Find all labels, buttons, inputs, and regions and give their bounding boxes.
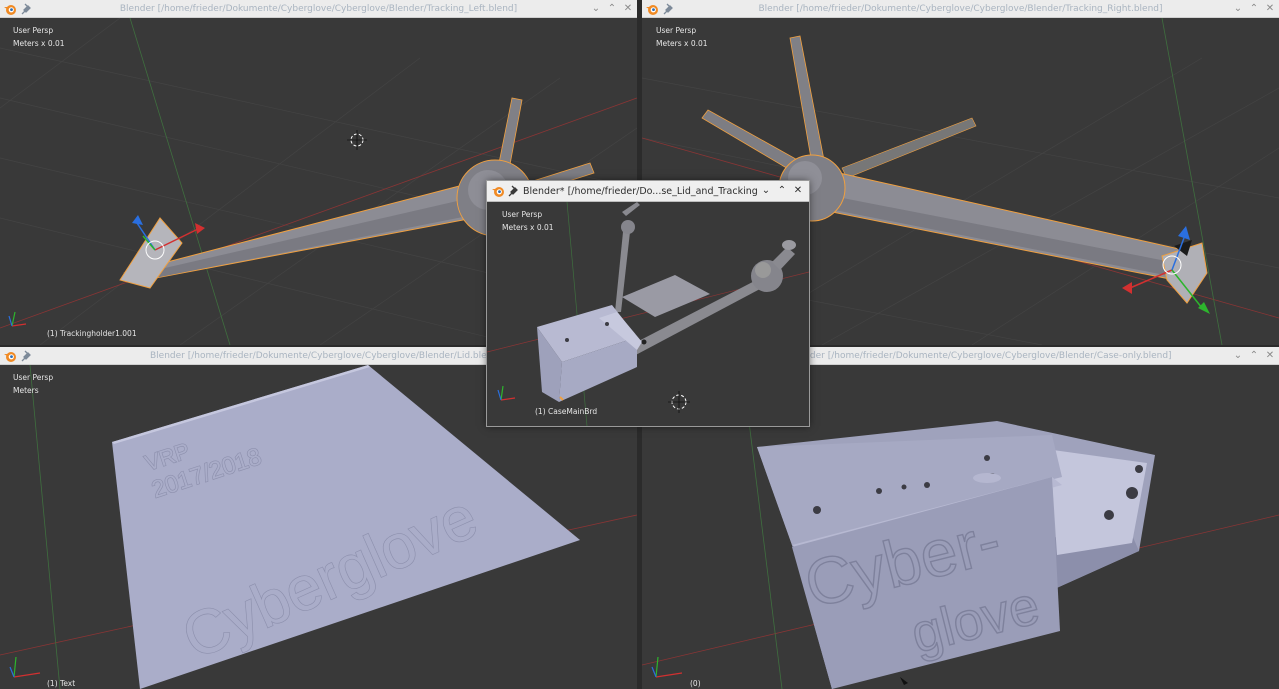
view-name-label: User Persp xyxy=(502,210,543,219)
maximize-button[interactable]: ⌃ xyxy=(605,1,619,17)
blender-logo-icon xyxy=(4,352,16,362)
window-title: Blender [/home/frieder/Dokumente/Cybergl… xyxy=(119,4,518,14)
view-name-label: User Persp xyxy=(13,373,54,382)
minimize-button[interactable]: ⌄ xyxy=(1231,1,1245,17)
window-titlebar[interactable]: Blender* [/home/frieder/Do...se_Lid_and_… xyxy=(487,181,809,202)
close-button[interactable]: ✕ xyxy=(791,183,805,199)
axis-orientation-icon xyxy=(497,385,516,401)
maximize-button[interactable]: ⌃ xyxy=(1247,1,1261,17)
view-name-label: User Persp xyxy=(656,26,697,35)
minimize-button[interactable]: ⌄ xyxy=(589,1,603,17)
active-object-label: (0) xyxy=(690,679,701,688)
close-button[interactable]: ✕ xyxy=(1263,348,1277,364)
units-label: Meters x 0.01 xyxy=(656,39,708,48)
window-case-lid-tracking[interactable]: Blender* [/home/frieder/Do...se_Lid_and_… xyxy=(487,181,809,426)
window-title: Blender* [/home/frieder/Do...se_Lid_and_… xyxy=(523,186,757,197)
window-titlebar[interactable]: Blender [/home/frieder/Dokumente/Cybergl… xyxy=(0,0,637,18)
pin-icon[interactable] xyxy=(20,349,34,363)
pin-icon[interactable] xyxy=(507,184,521,198)
viewport-scene xyxy=(487,202,809,426)
close-button[interactable]: ✕ xyxy=(621,1,635,17)
close-button[interactable]: ✕ xyxy=(1263,1,1277,17)
minimize-button[interactable]: ⌄ xyxy=(1231,348,1245,364)
active-object-label: (1) Trackingholder1.001 xyxy=(47,329,137,338)
window-title: Blender [/home/frieder/Dokumente/Cybergl… xyxy=(790,351,1172,361)
window-title: Blender [/home/frieder/Dokumente/Cybergl… xyxy=(758,4,1163,14)
view-name-label: User Persp xyxy=(13,26,54,35)
units-label: Meters xyxy=(13,386,39,395)
axis-orientation-icon xyxy=(9,656,41,678)
active-object-label: (1) CaseMainBrd xyxy=(535,407,598,416)
3d-viewport[interactable]: User Persp Meters x 0.01 (1) CaseMainBrd xyxy=(487,202,809,426)
active-object-label: (1) Text xyxy=(47,679,76,688)
maximize-button[interactable]: ⌃ xyxy=(1247,348,1261,364)
maximize-button[interactable]: ⌃ xyxy=(775,183,789,199)
units-label: Meters x 0.01 xyxy=(502,223,554,232)
axis-orientation-icon xyxy=(651,656,683,678)
axis-orientation-icon xyxy=(8,311,27,327)
minimize-button[interactable]: ⌄ xyxy=(759,183,773,199)
units-label: Meters x 0.01 xyxy=(13,39,65,48)
window-titlebar[interactable]: Blender [/home/frieder/Dokumente/Cybergl… xyxy=(642,0,1279,18)
blender-logo-icon xyxy=(492,187,504,197)
